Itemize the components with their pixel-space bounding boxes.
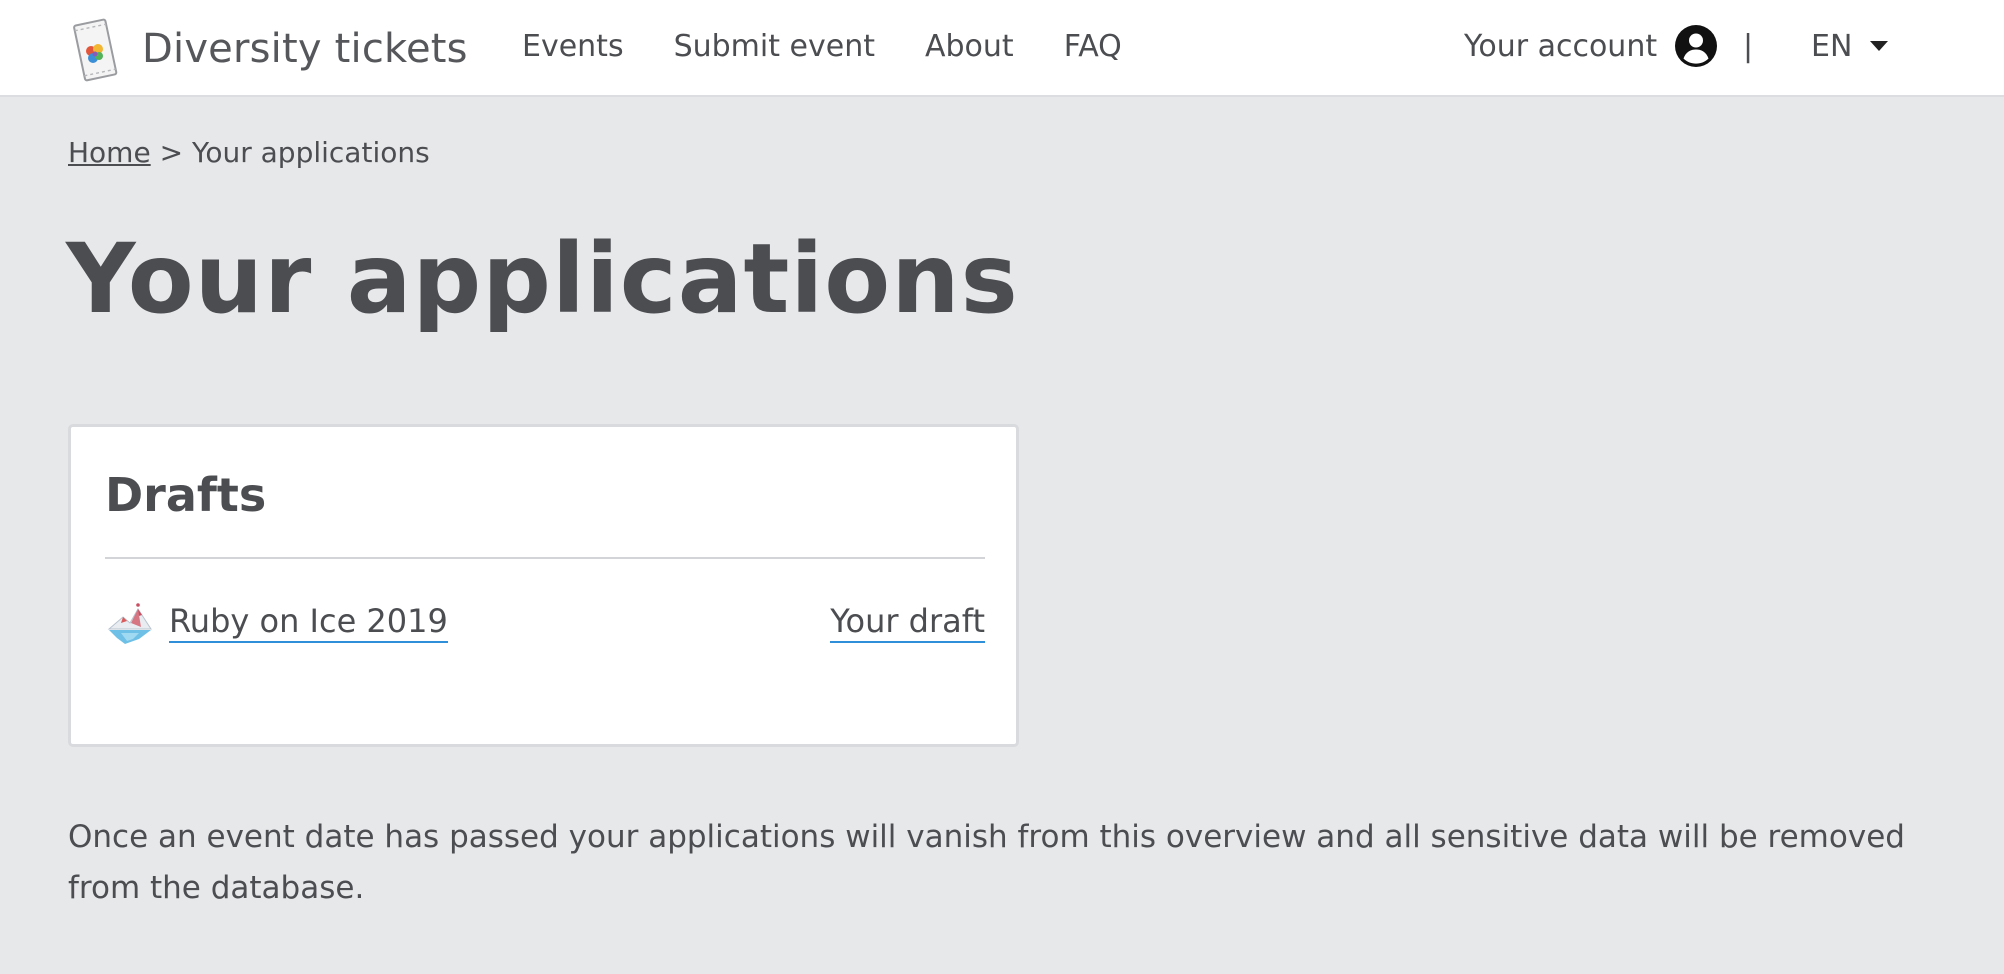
drafts-divider (105, 557, 985, 559)
ticket-logo-icon (73, 18, 118, 82)
drafts-heading: Drafts (105, 468, 267, 522)
breadcrumb-separator: > (159, 136, 184, 169)
top-navigation-bar: Diversity tickets Events Submit event Ab… (0, 0, 2004, 97)
event-logo-icon (107, 603, 152, 644)
privacy-notice: Once an event date has passed your appli… (68, 819, 1905, 906)
nav-faq[interactable]: FAQ (1064, 29, 1122, 64)
draft-list-item: Ruby on Ice 2019 Your draft (105, 595, 985, 653)
breadcrumb-home-link[interactable]: Home (68, 136, 151, 169)
brand-name: Diversity tickets (142, 26, 468, 72)
nav-submit-event[interactable]: Submit event (674, 29, 875, 64)
breadcrumb: Home > Your applications (68, 136, 430, 169)
language-selector[interactable]: EN (1811, 0, 1889, 92)
breadcrumb-current: Your applications (191, 136, 430, 169)
header-divider: | (1743, 28, 1754, 64)
event-link[interactable]: Ruby on Ice 2019 (169, 601, 448, 643)
page-title: Your applications (66, 223, 1019, 335)
account-link[interactable]: Your account (1464, 0, 1718, 92)
nav-events[interactable]: Events (522, 29, 624, 64)
language-label: EN (1811, 28, 1853, 64)
brand-home-link[interactable]: Diversity tickets (66, 14, 468, 84)
account-label: Your account (1464, 28, 1658, 64)
drafts-card: Drafts Ruby on Ice 2019 Your draft (68, 424, 1019, 747)
user-circle-icon (1675, 25, 1718, 67)
your-draft-link[interactable]: Your draft (830, 601, 985, 643)
caret-down-icon (1870, 41, 1889, 51)
nav-about[interactable]: About (925, 29, 1014, 64)
main-nav: Events Submit event About FAQ (522, 0, 1172, 92)
